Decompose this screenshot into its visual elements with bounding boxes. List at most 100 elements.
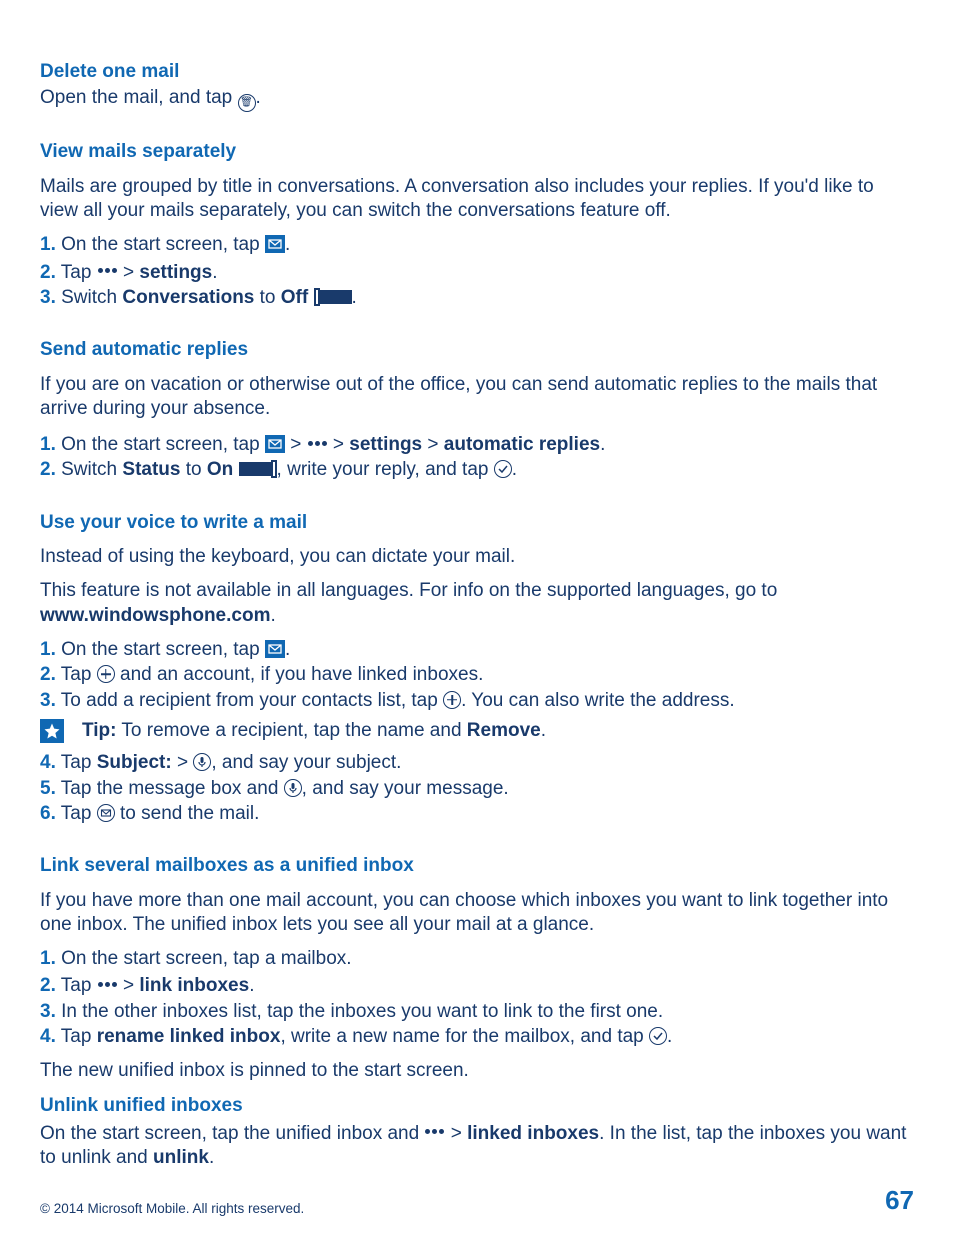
- text: >: [328, 434, 350, 455]
- more-icon: [424, 1120, 445, 1144]
- text: Switch: [56, 287, 123, 308]
- text: >: [422, 434, 444, 455]
- heading-link-mailboxes: Link several mailboxes as a unified inbo…: [40, 854, 914, 878]
- conversations-label: Conversations: [122, 287, 254, 308]
- text: Tap: [56, 975, 97, 996]
- text: This feature is not available in all lan…: [40, 580, 777, 601]
- text: .: [667, 1026, 672, 1047]
- heading-delete-one-mail: Delete one mail: [40, 60, 914, 84]
- step: 5. Tap the message box and , and say you…: [40, 777, 914, 801]
- step: 6. Tap to send the mail.: [40, 802, 914, 826]
- page-footer: © 2014 Microsoft Mobile. All rights rese…: [40, 1184, 914, 1217]
- text: In the other inboxes list, tap the inbox…: [56, 1001, 663, 1022]
- copyright-text: © 2014 Microsoft Mobile. All rights rese…: [40, 1200, 304, 1217]
- auto-replies-para: If you are on vacation or otherwise out …: [40, 373, 914, 422]
- step: 2. Switch Status to On , write your repl…: [40, 458, 914, 482]
- mail-icon: [265, 235, 285, 253]
- text: , write a new name for the mailbox, and …: [280, 1026, 649, 1047]
- text: , write your reply, and tap: [277, 459, 494, 480]
- text: .: [285, 234, 290, 255]
- remove-label: Remove: [467, 720, 541, 741]
- text: .: [600, 434, 605, 455]
- text: >: [118, 262, 140, 283]
- microphone-icon: [284, 779, 302, 797]
- text: Tap: [56, 752, 97, 773]
- switch-off-icon: [314, 289, 352, 305]
- step-number: 3.: [40, 1001, 56, 1022]
- text: Tap the message box and: [56, 778, 284, 799]
- automatic-replies-label: automatic replies: [444, 434, 600, 455]
- step-number: 1.: [40, 434, 56, 455]
- text: On the start screen, tap: [56, 234, 265, 255]
- unlink-label: unlink: [153, 1147, 209, 1168]
- text: Switch: [56, 459, 123, 480]
- text: .: [209, 1147, 214, 1168]
- heading-auto-replies: Send automatic replies: [40, 338, 914, 362]
- tip-row: Tip: To remove a recipient, tap the name…: [40, 719, 914, 743]
- step: 4. Tap rename linked inbox, write a new …: [40, 1025, 914, 1049]
- step-number: 1.: [40, 234, 56, 255]
- step-number: 4.: [40, 1026, 56, 1047]
- step: 1. On the start screen, tap > > settings…: [40, 431, 914, 457]
- text: Tap: [56, 262, 97, 283]
- text: On the start screen, tap the unified inb…: [40, 1123, 424, 1144]
- text: Tap: [56, 803, 97, 824]
- text: to: [254, 287, 280, 308]
- subject-label: Subject:: [97, 752, 172, 773]
- text: To add a recipient from your contacts li…: [56, 690, 443, 711]
- text: On the start screen, tap a mailbox.: [56, 948, 352, 969]
- text: . You can also write the address.: [461, 690, 735, 711]
- more-icon: [97, 259, 118, 283]
- mail-icon: [265, 435, 285, 453]
- text: .: [541, 720, 546, 741]
- step-number: 4.: [40, 752, 56, 773]
- step-number: 2.: [40, 664, 56, 685]
- tip-text: Tip: To remove a recipient, tap the name…: [82, 719, 546, 743]
- step: 2. Tap > settings.: [40, 259, 914, 285]
- step-number: 1.: [40, 639, 56, 660]
- document-page: Delete one mail Open the mail, and tap .…: [0, 0, 954, 1257]
- voice-para1: Instead of using the keyboard, you can d…: [40, 545, 914, 569]
- text: Tap: [56, 664, 97, 685]
- linked-inboxes-label: linked inboxes: [467, 1123, 599, 1144]
- text: , and say your subject.: [211, 752, 401, 773]
- plus-icon: [97, 665, 115, 683]
- check-icon: [494, 460, 512, 478]
- view-separately-para: Mails are grouped by title in conversati…: [40, 175, 914, 224]
- step: 1. On the start screen, tap a mailbox.: [40, 947, 914, 971]
- status-label: Status: [122, 459, 180, 480]
- text: and an account, if you have linked inbox…: [115, 664, 484, 685]
- step-number: 5.: [40, 778, 56, 799]
- trash-icon: [238, 94, 256, 112]
- settings-label: settings: [349, 434, 422, 455]
- text: to send the mail.: [115, 803, 260, 824]
- text: .: [256, 87, 261, 108]
- step: 4. Tap Subject: > , and say your subject…: [40, 751, 914, 775]
- text: >: [118, 975, 140, 996]
- text: , and say your message.: [302, 778, 509, 799]
- step: 1. On the start screen, tap .: [40, 233, 914, 257]
- text: >: [445, 1123, 467, 1144]
- heading-view-separately: View mails separately: [40, 140, 914, 164]
- step-number: 2.: [40, 975, 56, 996]
- text: Open the mail, and tap: [40, 87, 238, 108]
- step: 1. On the start screen, tap .: [40, 638, 914, 662]
- on-label: On: [207, 459, 233, 480]
- url-text: www.windowsphone.com: [40, 605, 270, 626]
- mail-icon: [265, 640, 285, 658]
- text: On the start screen, tap: [56, 639, 265, 660]
- page-number: 67: [885, 1184, 914, 1217]
- voice-para2: This feature is not available in all lan…: [40, 579, 914, 628]
- tip-label: Tip:: [82, 720, 116, 741]
- microphone-icon: [193, 753, 211, 771]
- switch-on-icon: [239, 461, 277, 477]
- link-mailboxes-para: If you have more than one mail account, …: [40, 889, 914, 938]
- step-number: 3.: [40, 287, 56, 308]
- heading-voice-mail: Use your voice to write a mail: [40, 511, 914, 535]
- text: Tap: [56, 1026, 97, 1047]
- off-label: Off: [281, 287, 308, 308]
- text: .: [249, 975, 254, 996]
- step: 2. Tap > link inboxes.: [40, 972, 914, 998]
- delete-mail-text: Open the mail, and tap .: [40, 86, 914, 112]
- rename-linked-inbox-label: rename linked inbox: [97, 1026, 281, 1047]
